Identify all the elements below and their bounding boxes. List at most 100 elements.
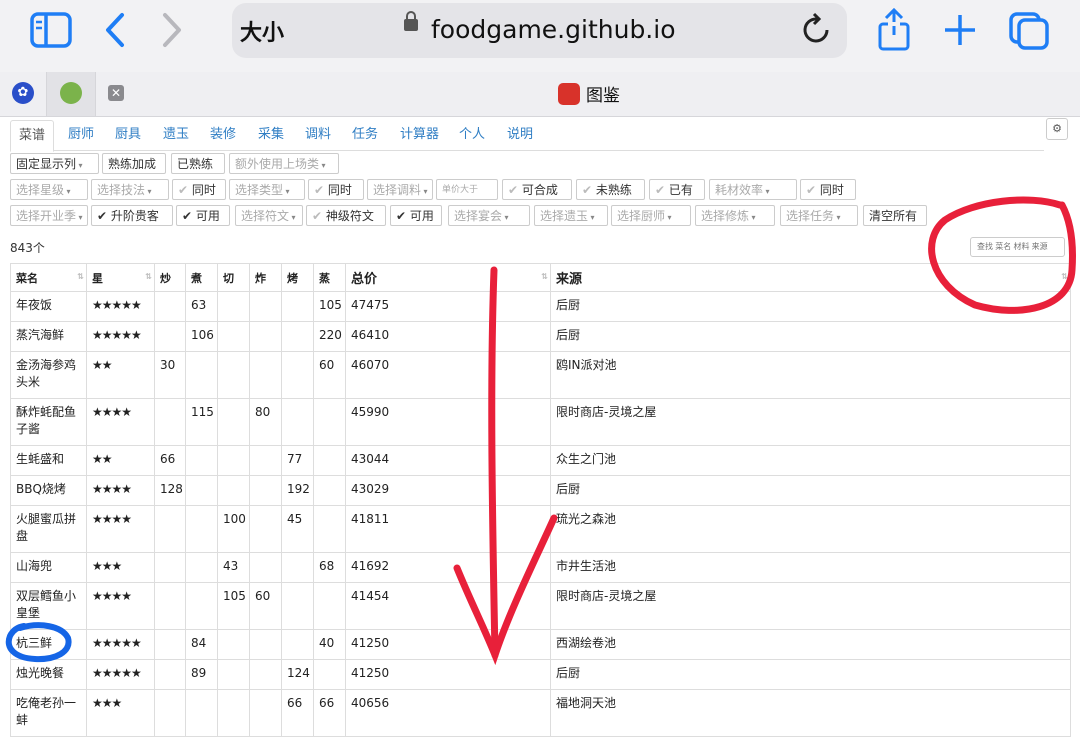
owned-label: 已有 [668,183,693,197]
guest-usable-toggle[interactable]: ✔ 可用 [176,205,230,226]
tab-quests[interactable]: 任务 [352,120,378,150]
tab-jade[interactable]: 遗玉 [163,120,189,150]
reload-icon[interactable] [802,11,832,53]
season-select[interactable]: 选择开业季 [10,205,88,226]
close-tab-icon[interactable]: ✕ [108,85,124,101]
rune-select[interactable]: 选择符文 [235,205,303,226]
owned-toggle[interactable]: ✔ 已有 [649,179,705,200]
cell-stars: ★★★★★ [86,629,155,660]
cell-qie [217,659,250,690]
table-row[interactable]: 杭三鲜 ★★★★★ 84 40 41250 西湖绘卷池 [10,629,1071,660]
sidebar-icon[interactable] [30,12,72,54]
cell-qie: 100 [217,505,250,553]
address-bar[interactable]: 大小 foodgame.github.io [232,3,847,58]
jade-select[interactable]: 选择遗玉 [534,205,608,226]
new-tab-icon[interactable] [943,13,977,53]
col-header-steam[interactable]: 蒸 [313,263,346,292]
col-label: 烤 [287,271,298,285]
cell-zheng [313,582,346,630]
settings-gear-icon[interactable]: ⚙ [1046,118,1068,140]
table-row[interactable]: 生蚝盛和 ★★ 66 77 43044 众生之门池 [10,445,1071,476]
cultivation-select[interactable]: 选择修炼 [695,205,775,226]
url-text[interactable]: foodgame.github.io [431,15,676,44]
col-header-boil[interactable]: 煮 [185,263,218,292]
col-header-name[interactable]: 菜名 ⇅ [10,263,87,292]
table-row[interactable]: 吃俺老孙一蚌 ★★★ 66 66 40656 福地洞天池 [10,689,1071,737]
quest-select[interactable]: 选择任务 [780,205,858,226]
pinned-tab-leaf[interactable] [47,72,96,116]
cell-zhu [185,552,218,583]
craftable-toggle[interactable]: ✔ 可合成 [502,179,572,200]
banquet-select[interactable]: 选择宴会 [448,205,530,226]
extra-use-label: 额外使用上场类 [235,157,320,171]
type-same-time-toggle[interactable]: ✔ 同时 [308,179,364,200]
tab-help[interactable]: 说明 [507,120,533,150]
mastered-toggle[interactable]: 已熟练 [171,153,225,174]
table-row[interactable]: 金汤海参鸡头米 ★★ 30 60 46070 鸥IN派对池 [10,351,1071,399]
sort-icon: ⇅ [77,272,84,281]
tab-seasoning[interactable]: 调料 [305,120,331,150]
price-above-placeholder: 单价大于 [442,185,479,195]
cell-zha: 60 [249,582,282,630]
chef-select[interactable]: 选择厨师 [611,205,691,226]
tab-decoration[interactable]: 装修 [210,120,236,150]
efficiency-same-time-toggle[interactable]: ✔ 同时 [800,179,856,200]
table-row[interactable]: 双层鳕鱼小皇堡 ★★★★ 105 60 41454 限时商店-灵境之屋 [10,582,1071,630]
price-above-input[interactable]: 单价大于 [436,179,498,200]
back-icon[interactable] [103,12,127,54]
cell-zheng: 66 [313,689,346,737]
efficiency-select[interactable]: 耗材效率 [709,179,797,200]
tab-calculator[interactable]: 计算器 [400,120,439,150]
col-header-fry[interactable]: 炸 [249,263,282,292]
clear-all-label: 清空所有 [869,209,918,223]
star-select[interactable]: 选择星级 [10,179,88,200]
tabs-overview-icon[interactable] [1008,11,1050,57]
cell-name: 杭三鲜 [10,629,87,660]
unmastered-toggle[interactable]: ✔ 未熟练 [576,179,645,200]
col-header-stars[interactable]: 星 ⇅ [86,263,155,292]
divine-rune-label: 神级符文 [325,209,374,223]
col-header-roast[interactable]: 烤 [281,263,314,292]
table-row[interactable]: 蒸汽海鲜 ★★★★★ 106 220 46410 后厨 [10,321,1071,352]
seasoning-select[interactable]: 选择调料 [367,179,433,200]
cell-zhu [185,505,218,553]
mastery-bonus-label: 熟练加成 [108,157,157,171]
forward-icon[interactable] [160,12,184,54]
text-size-button[interactable]: 大小 [240,15,284,47]
col-header-total[interactable]: 总价 ⇅ [345,263,551,292]
cell-chao [154,689,186,737]
clear-all-button[interactable]: 清空所有 [863,205,927,226]
table-row[interactable]: BBQ烧烤 ★★★★ 128 192 43029 后厨 [10,475,1071,506]
table-row[interactable]: 火腿蜜瓜拼盘 ★★★★ 100 45 41811 琉光之森池 [10,505,1071,553]
tab-personal[interactable]: 个人 [459,120,485,150]
banquet-select-label: 选择宴会 [454,209,503,223]
table-row[interactable]: 酥炸蚝配鱼子酱 ★★★★ 115 80 45990 限时商店-灵境之屋 [10,398,1071,446]
active-tab[interactable]: ✕ 图鉴 [96,72,1080,116]
table-row[interactable]: 年夜饭 ★★★★★ 63 105 47475 后厨 [10,291,1071,322]
table-row[interactable]: 烛光晚餐 ★★★★★ 89 124 41250 后厨 [10,659,1071,690]
pinned-tab-baidu[interactable]: ✿ [0,72,47,116]
share-icon[interactable] [876,7,912,58]
tab-chefs[interactable]: 厨师 [68,120,94,150]
skill-same-time-toggle[interactable]: ✔ 同时 [172,179,226,200]
tab-gather[interactable]: 采集 [258,120,284,150]
tab-recipes[interactable]: 菜谱 [10,120,55,152]
col-header-cut[interactable]: 切 [217,263,250,292]
paw-icon: ✿ [12,82,34,104]
extra-use-select[interactable]: 额外使用上场类 [229,153,339,174]
col-header-stir-fry[interactable]: 炒 [154,263,186,292]
cell-kao: 45 [281,505,314,553]
fixed-columns-select[interactable]: 固定显示列 [10,153,99,174]
tab-kitchenware[interactable]: 厨具 [115,120,141,150]
type-select[interactable]: 选择类型 [229,179,305,200]
upgrade-guest-toggle[interactable]: ✔ 升阶贵客 [91,205,173,226]
cell-name: 生蚝盛和 [10,445,87,476]
skill-select[interactable]: 选择技法 [91,179,169,200]
mastery-bonus-toggle[interactable]: 熟练加成 [102,153,166,174]
col-header-source[interactable]: 来源 ⇅ [550,263,1071,292]
rune-usable-toggle[interactable]: ✔ 可用 [390,205,442,226]
divine-rune-toggle[interactable]: ✔ 神级符文 [306,205,386,226]
search-input[interactable] [970,237,1065,257]
table-row[interactable]: 山海兜 ★★★ 43 68 41692 市井生活池 [10,552,1071,583]
cell-source: 福地洞天池 [550,689,1071,737]
